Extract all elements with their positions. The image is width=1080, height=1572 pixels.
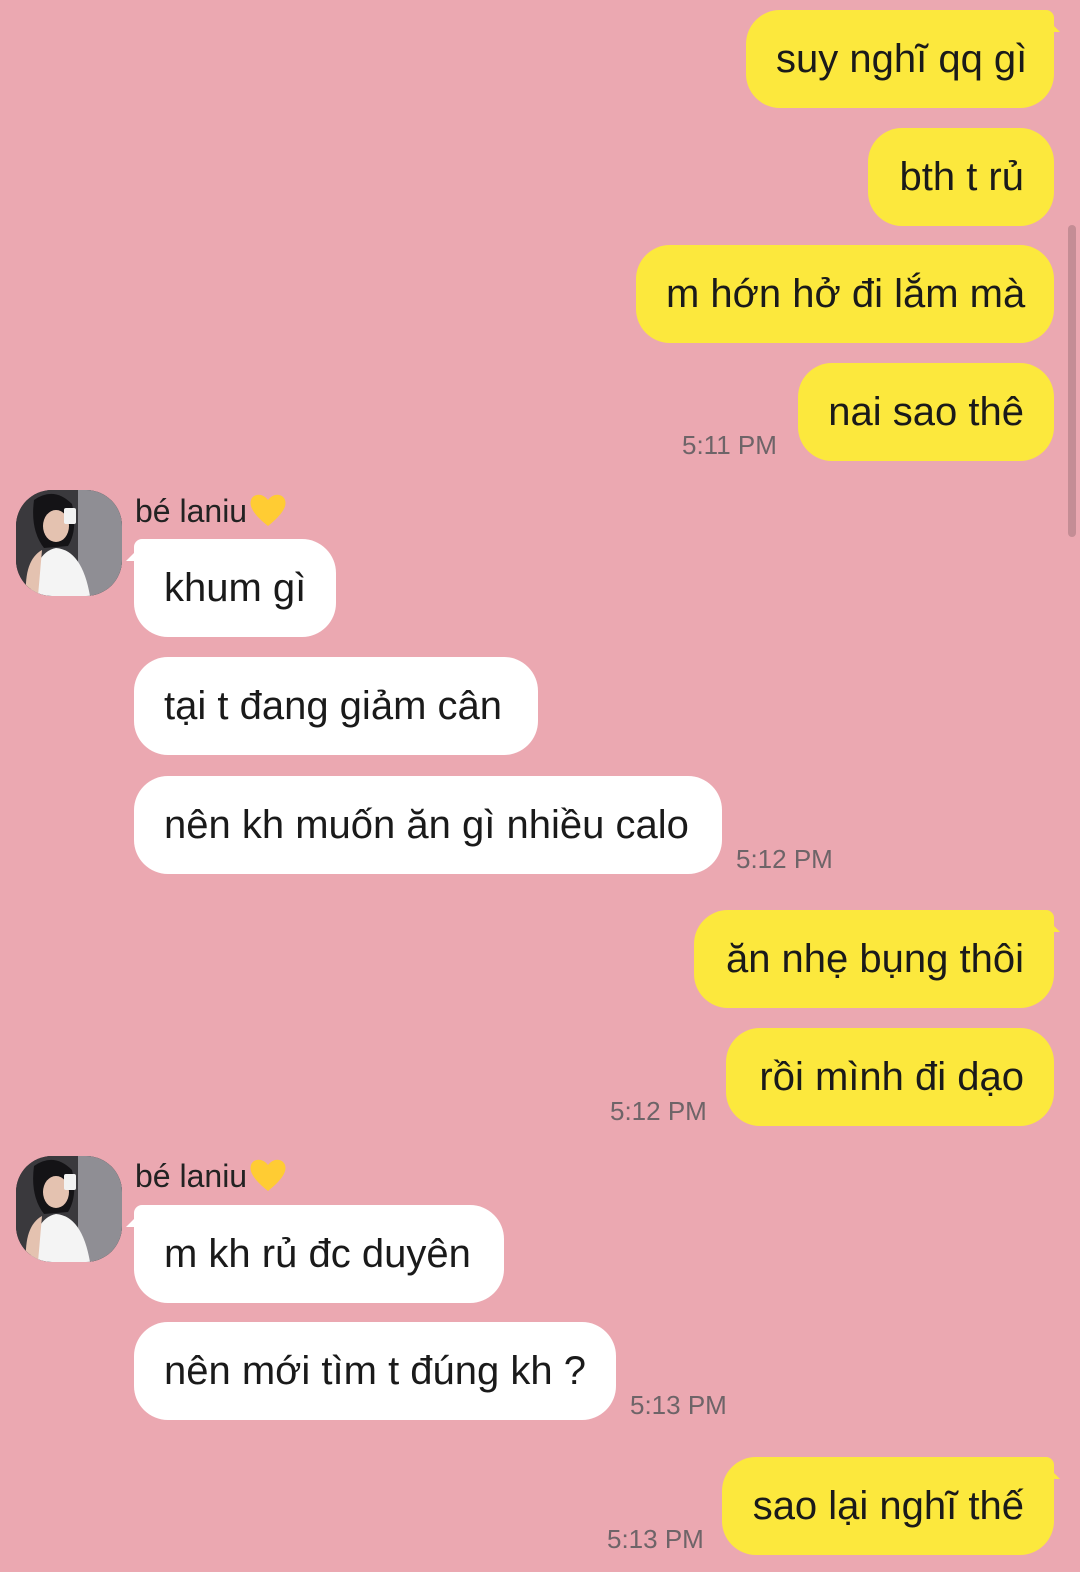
incoming-message[interactable]: tại t đang giảm cân xyxy=(134,657,538,755)
yellow-heart-icon xyxy=(249,492,287,536)
message-timestamp: 5:12 PM xyxy=(610,1096,707,1126)
outgoing-message[interactable]: nai sao thê xyxy=(798,363,1054,461)
avatar-photo-icon xyxy=(16,1156,122,1262)
sender-name: bé laniu xyxy=(135,492,287,536)
avatar[interactable] xyxy=(16,490,122,596)
incoming-message[interactable]: m kh rủ đc duyên xyxy=(126,1205,504,1303)
outgoing-message[interactable]: bth t rủ xyxy=(868,128,1054,226)
chat-thread: suy nghĩ qq gì bth t rủ m hớn hở đi lắm … xyxy=(0,0,1080,1572)
avatar-photo-icon xyxy=(16,490,122,596)
incoming-message[interactable]: nên kh muốn ăn gì nhiều calo xyxy=(134,776,722,874)
scrollbar-thumb[interactable] xyxy=(1068,225,1076,537)
outgoing-message[interactable]: sao lại nghĩ thế xyxy=(722,1457,1060,1555)
outgoing-message[interactable]: m hớn hở đi lắm mà xyxy=(636,245,1054,343)
avatar[interactable] xyxy=(16,1156,122,1262)
message-timestamp: 5:11 PM xyxy=(682,430,777,460)
yellow-heart-icon xyxy=(249,1157,287,1201)
message-timestamp: 5:13 PM xyxy=(607,1524,704,1554)
message-timestamp: 5:13 PM xyxy=(630,1390,727,1420)
incoming-message[interactable]: nên mới tìm t đúng kh ? xyxy=(134,1322,616,1420)
outgoing-message[interactable]: ăn nhẹ bụng thôi xyxy=(694,910,1060,1008)
sender-name: bé laniu xyxy=(135,1157,287,1201)
outgoing-message[interactable]: suy nghĩ qq gì xyxy=(746,10,1060,108)
incoming-message[interactable]: khum gì xyxy=(126,539,336,637)
outgoing-message[interactable]: rồi mình đi dạo xyxy=(726,1028,1054,1126)
message-timestamp: 5:12 PM xyxy=(736,844,833,874)
